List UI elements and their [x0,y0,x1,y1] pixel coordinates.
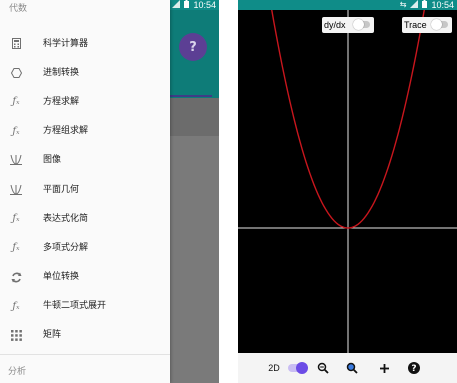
mode-toggle[interactable] [286,353,308,383]
menu-item-unit-conversion[interactable]: 单位转换 [0,263,170,292]
input-underline [170,95,212,97]
menu-item-label: 图像 [43,155,62,166]
menu-item-label: 平面几何 [43,184,80,195]
help-fab-icon[interactable]: ? [179,33,207,61]
drawer-section-header: 分析 [8,367,27,377]
menu-item-label: 科学计算器 [43,38,89,49]
mode-switch[interactable] [288,362,308,374]
drawer-menu: 科学计算器 进制转换 ƒₓ 方程求解 ƒₓ 方程组求解 图像 平面几何 ƒₓ 表… [0,29,170,350]
convert-icon [10,271,22,283]
menu-item-scientific-calculator[interactable]: 科学计算器 [0,29,170,58]
fx-icon: ƒₓ [12,125,20,137]
menu-item-graph[interactable]: 图像 [0,146,170,175]
status-bar: ⇆ 10:54 [238,0,457,10]
menu-item-label: 进制转换 [43,67,80,78]
drawer-divider [0,354,170,355]
data-arrows-icon: ⇆ [399,0,407,9]
menu-item-label: 单位转换 [43,272,80,283]
trace-switch[interactable] [431,19,448,30]
drawer-section-header: 代数 [9,4,28,14]
add-function-icon[interactable] [376,353,392,383]
graph-canvas[interactable]: dy/dx Trace [238,10,457,353]
menu-item-binomial-expansion[interactable]: ƒₓ 牛顿二项式展开 [0,292,170,321]
zoom-in-icon[interactable] [344,353,360,383]
menu-item-expression-simplify[interactable]: ƒₓ 表达式化简 [0,204,170,233]
menu-item-plane-geometry[interactable]: 平面几何 [0,175,170,204]
battery-icon [422,0,428,11]
navigation-drawer: 代数 科学计算器 进制转换 ƒₓ 方程求解 ƒₓ 方程组求解 图像 平面几何 ƒ… [0,0,170,383]
battery-icon [184,0,190,11]
app-card [170,98,219,136]
menu-item-label: 牛顿二项式展开 [43,301,107,312]
fx-icon: ƒₓ [12,242,20,254]
menu-item-label: 多项式分解 [43,242,89,253]
signal-icon [172,0,181,11]
signal-icon [410,0,419,11]
fx-icon: ƒₓ [12,300,20,312]
trace-toggle[interactable]: Trace [402,17,452,33]
menu-item-polynomial-factor[interactable]: ƒₓ 多项式分解 [0,233,170,262]
graph-toolbar: 2D ? [238,353,457,383]
status-time: 10:54 [193,0,216,10]
menu-item-system-solver[interactable]: ƒₓ 方程组求解 [0,117,170,146]
menu-item-label: 表达式化简 [43,213,89,224]
menu-item-label: 矩阵 [43,330,62,341]
dydx-toggle[interactable]: dy/dx [322,17,374,33]
grid-icon [10,329,22,341]
mode-label-container: 2D [266,353,282,383]
dydx-switch[interactable] [353,19,370,30]
graph-icon [10,154,22,166]
fx-icon: ƒₓ [12,96,20,108]
svg-text:?: ? [411,364,416,374]
menu-item-equation-solver[interactable]: ƒₓ 方程求解 [0,87,170,116]
mode-label: 2D [268,363,280,373]
calculator-icon [10,38,22,50]
hexagon-icon [10,67,22,79]
menu-item-label: 方程组求解 [43,126,89,137]
status-time: 10:54 [431,0,454,10]
trace-label: Trace [404,20,427,30]
menu-item-matrix[interactable]: 矩阵 [0,321,170,350]
fx-icon: ƒₓ [12,213,20,225]
function-curve [271,10,425,229]
left-phone-screen: ⇆ 10:54 ? 代数 科学计算器 [0,0,219,383]
zoom-out-icon[interactable] [315,353,331,383]
menu-item-label: 方程求解 [43,96,80,107]
menu-item-base-conversion[interactable]: 进制转换 [0,58,170,87]
graph-icon [10,184,22,196]
dydx-label: dy/dx [324,20,346,30]
help-icon[interactable]: ? [406,353,422,383]
right-phone-screen: ⇆ 10:54 dy/dx Trace 2D ? [238,0,457,383]
